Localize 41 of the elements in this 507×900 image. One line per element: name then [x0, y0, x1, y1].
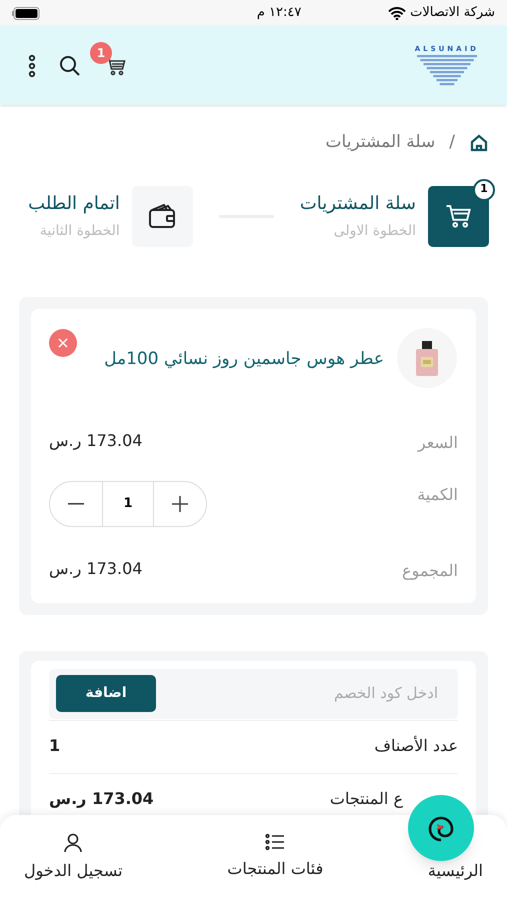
summary-label: عدد الأصناف [374, 734, 458, 757]
plus-icon [172, 496, 188, 512]
product-name[interactable]: عطر هوس جاسمين روز نسائي 100مل [89, 346, 384, 372]
detail-value: 173.04 ر.س [49, 558, 142, 580]
cart-count-badge: 1 [90, 42, 112, 64]
breadcrumb-separator: / [449, 131, 455, 154]
summary-label: ع المنتجات [330, 788, 403, 810]
logo-icon [416, 54, 477, 87]
nav-tab[interactable]: فئات المنتجات [227, 833, 324, 881]
breadcrumb-current: سلة المشتريات [326, 131, 436, 154]
search-icon[interactable] [58, 54, 82, 78]
wallet-icon [147, 202, 178, 230]
close-icon [58, 338, 68, 348]
step-title: اتمام الطلب [28, 192, 120, 216]
detail-value: 173.04 ر.س [49, 430, 142, 452]
detail-label: المجموع [402, 560, 458, 582]
home-icon[interactable] [469, 132, 489, 153]
user-icon [64, 833, 82, 853]
list-icon [265, 833, 286, 851]
status-time: ١٢:٤٧ م [256, 4, 302, 22]
step-icon-tile[interactable] [428, 186, 489, 246]
nav-tab[interactable]: الرئيسية [428, 859, 483, 883]
summary-value: 173.04 ر.س [49, 788, 154, 810]
step-title: سلة المشتريات [300, 192, 416, 216]
battery-icon [12, 6, 40, 20]
detail-label: السعر [418, 432, 458, 454]
wifi-icon [388, 6, 406, 20]
nav-tab[interactable]: تسجيل الدخول [24, 833, 123, 883]
apply-coupon-button[interactable]: اضافة [56, 675, 156, 712]
coupon-field[interactable]: ادخل كود الخصم اضافة [49, 668, 458, 718]
step-icon-tile[interactable] [132, 186, 193, 246]
step-subtitle: الخطوة الثانية [38, 222, 120, 241]
summary-value: 1 [49, 735, 60, 757]
detail-label: الكمية [417, 484, 458, 506]
quantity-value: 1 [102, 482, 154, 526]
carrier-name: شركة الاتصالات [410, 4, 495, 22]
more-menu-icon[interactable] [28, 54, 36, 78]
step-count-badge: 1 [473, 178, 495, 200]
minus-icon [68, 502, 84, 504]
remove-item-button[interactable] [49, 328, 77, 356]
step-subtitle: الخطوة الاولى [332, 222, 416, 241]
